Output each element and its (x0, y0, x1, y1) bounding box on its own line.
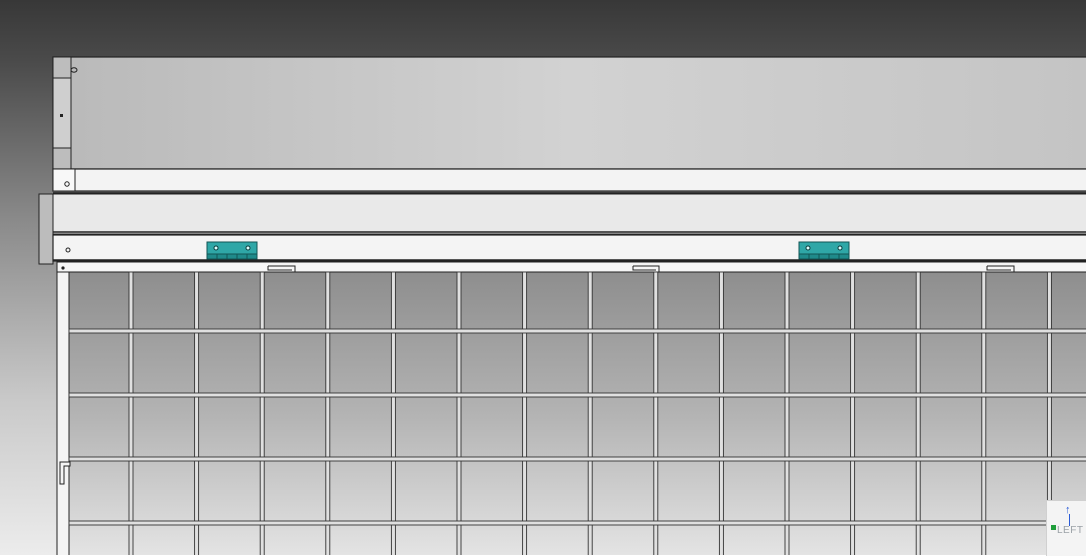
view-label: LEFT (1057, 525, 1084, 536)
mesh-wire (68, 392, 1086, 398)
end-cap (38, 193, 54, 265)
mesh-wire (587, 271, 593, 555)
mesh-wire (128, 271, 134, 555)
mesh-wire (68, 520, 1086, 526)
mesh-wire (259, 271, 265, 555)
upper-rail[interactable] (52, 168, 1086, 194)
triad-origin-marker (1051, 525, 1056, 530)
side-bracket (52, 77, 72, 149)
hinge-right[interactable] (798, 241, 850, 260)
slot-mark (60, 114, 63, 117)
mesh-wire (194, 271, 200, 555)
wire-mesh-panel[interactable] (56, 271, 1086, 555)
mesh-wire (850, 271, 856, 555)
mesh-wire (68, 456, 1086, 462)
mesh-wire (325, 271, 331, 555)
mesh-wire (522, 271, 528, 555)
mesh-wire (718, 271, 724, 555)
hinge-left[interactable] (206, 241, 258, 260)
mesh-wire (390, 271, 396, 555)
top-cover-panel[interactable] (52, 56, 1086, 170)
mesh-wire (68, 328, 1086, 334)
door-side-frame (56, 271, 70, 555)
graphics-viewport[interactable]: ↑ LEFT (0, 0, 1086, 556)
mesh-wire (456, 271, 462, 555)
mesh-wire (915, 271, 921, 555)
mesh-wire (981, 271, 987, 555)
cad-model-view[interactable] (0, 0, 1086, 555)
view-orientation-triad: ↑ LEFT (1046, 500, 1086, 556)
mesh-wire (653, 271, 659, 555)
door-top-bar[interactable] (56, 261, 1086, 273)
mesh-wire (784, 271, 790, 555)
